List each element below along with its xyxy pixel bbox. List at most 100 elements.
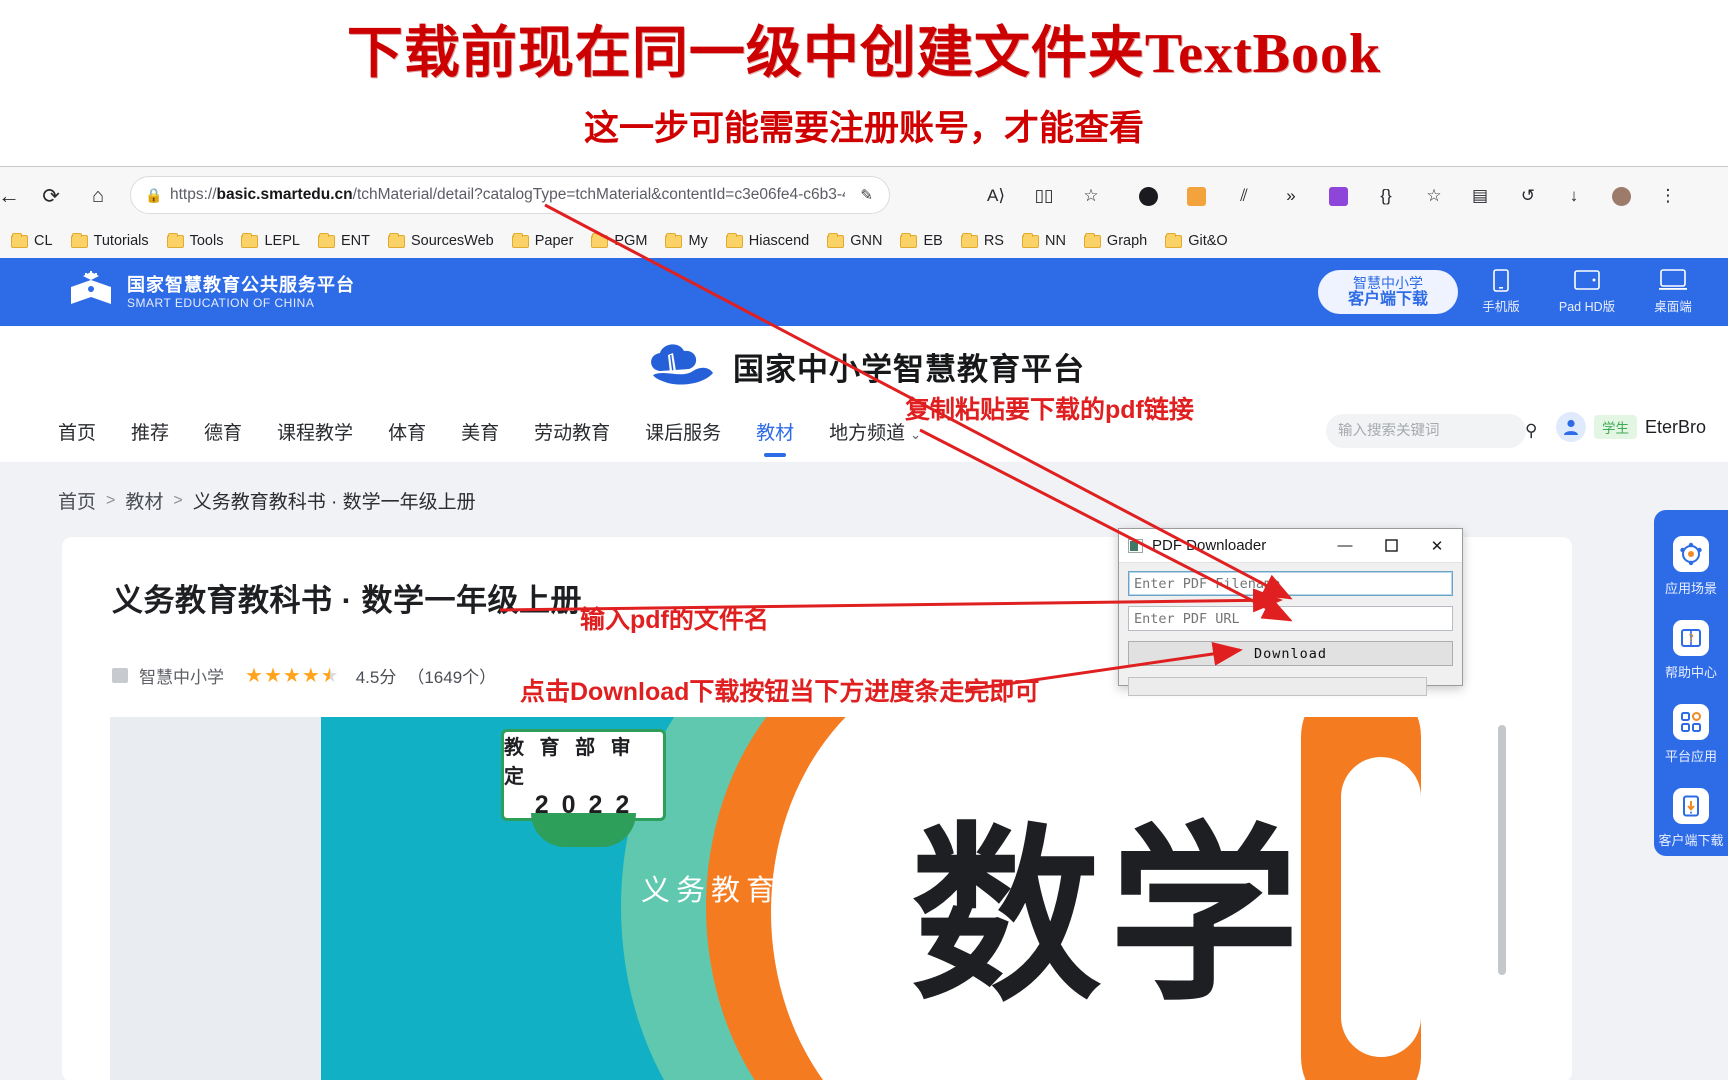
nav-item-labor-education[interactable]: 劳动教育 bbox=[534, 418, 610, 445]
device-desktop-link[interactable]: 桌面端 bbox=[1640, 268, 1706, 315]
bookmark-label: EB bbox=[923, 233, 943, 249]
breadcrumb-separator: > bbox=[106, 491, 116, 509]
bookmark-label: CL bbox=[34, 233, 53, 249]
bookmark-item[interactable]: Hiascend bbox=[717, 226, 818, 256]
favorite-star-icon[interactable]: ☆ bbox=[1075, 180, 1107, 212]
copilot-icon[interactable] bbox=[1132, 180, 1164, 212]
nav-item-recommend[interactable]: 推荐 bbox=[131, 418, 169, 445]
maximize-button[interactable] bbox=[1368, 529, 1414, 562]
cover-inner-bar bbox=[1341, 757, 1421, 1057]
rail-item-app-scenario[interactable]: 应用场景 bbox=[1654, 524, 1728, 608]
bookmark-item[interactable]: LEPL bbox=[232, 226, 308, 256]
reload-icon[interactable]: ⟳ bbox=[36, 181, 66, 211]
bookmark-item[interactable]: Git&O bbox=[1156, 226, 1236, 256]
grid-apps-icon bbox=[1673, 703, 1709, 740]
device-pad-link[interactable]: Pad HD版 bbox=[1554, 268, 1620, 315]
nav-item-course-teaching[interactable]: 课程教学 bbox=[277, 418, 353, 445]
breadcrumb: 首页 > 教材 > 义务教育教科书 · 数学一年级上册 bbox=[58, 487, 476, 514]
search-box[interactable]: ⚲ bbox=[1326, 414, 1537, 448]
client-download-button[interactable]: 智慧中小学 客户端下载 bbox=[1318, 270, 1458, 314]
star-half-icon: ★ bbox=[320, 665, 339, 687]
more-chevrons-icon[interactable]: » bbox=[1275, 180, 1307, 212]
address-bar[interactable]: 🔒 https://basic.smartedu.cn/tchMaterial/… bbox=[130, 176, 890, 214]
app-scenario-icon bbox=[1673, 535, 1709, 572]
pdf-filename-input[interactable] bbox=[1128, 571, 1453, 596]
bookmark-item[interactable]: PGM bbox=[582, 226, 656, 256]
rating-count: （1649个） bbox=[407, 668, 497, 687]
pen-icon[interactable]: ✎ bbox=[854, 186, 879, 204]
nav-item-after-school[interactable]: 课后服务 bbox=[645, 418, 721, 445]
page-title: 义务教育教科书 · 数学一年级上册 bbox=[112, 583, 583, 618]
rail-item-help-center[interactable]: ? 帮助中心 bbox=[1654, 608, 1728, 692]
rail-item-platform-apps[interactable]: 平台应用 bbox=[1654, 692, 1728, 776]
star-icon: ★ bbox=[282, 665, 301, 687]
cover-subtitle: 义务教育教科书 bbox=[641, 875, 887, 907]
read-aloud-icon[interactable]: A⟩ bbox=[980, 180, 1012, 212]
rating-stars: ★ ★ ★ ★ ★ bbox=[245, 663, 339, 688]
back-arrow-icon[interactable]: ← bbox=[0, 181, 24, 211]
profile-avatar-icon[interactable] bbox=[1605, 180, 1637, 212]
device-label: 桌面端 bbox=[1654, 300, 1692, 314]
user-name[interactable]: EterBro bbox=[1645, 417, 1706, 438]
annotation-copy-link: 复制粘贴要下载的pdf链接 bbox=[905, 396, 1194, 424]
site-brand[interactable]: 国家智慧教育公共服务平台 SMART EDUCATION OF CHINA bbox=[68, 271, 355, 314]
browser-essentials-icon[interactable]: ⫽ bbox=[1228, 180, 1260, 212]
bookmark-label: Tools bbox=[189, 233, 224, 249]
bookmark-item[interactable]: Tools bbox=[158, 226, 233, 256]
dev-icon[interactable]: {} bbox=[1370, 180, 1402, 212]
user-area[interactable]: 学生 EterBro bbox=[1555, 412, 1706, 442]
annotation-download: 点击Download下载按钮当下方进度条走完即可 bbox=[520, 678, 1040, 706]
history-icon[interactable]: ↺ bbox=[1512, 180, 1544, 212]
bookmark-item[interactable]: Paper bbox=[503, 226, 583, 256]
breadcrumb-item-home[interactable]: 首页 bbox=[58, 487, 96, 514]
star-icon: ★ bbox=[263, 665, 282, 687]
browser-chrome: ← ⟳ ⌂ 🔒 https://basic.smartedu.cn/tchMat… bbox=[0, 166, 1728, 258]
pdf-url-input[interactable] bbox=[1128, 606, 1453, 631]
annotation-banner: 下载前现在同一级中创建文件夹TextBook 这一步可能需要注册账号，才能查看 bbox=[0, 0, 1728, 166]
breadcrumb-item-textbooks[interactable]: 教材 bbox=[125, 487, 163, 514]
bookmark-label: ENT bbox=[340, 233, 370, 249]
browser-toolbar: ← ⟳ ⌂ 🔒 https://basic.smartedu.cn/tchMat… bbox=[0, 167, 1728, 223]
annotation-filename: 输入pdf的文件名 bbox=[580, 606, 769, 634]
nav-item-home[interactable]: 首页 bbox=[58, 418, 96, 445]
bookmark-item[interactable]: Graph bbox=[1075, 226, 1156, 256]
split-screen-icon[interactable]: ▯▯ bbox=[1028, 180, 1060, 212]
nav-item-moral-education[interactable]: 德育 bbox=[204, 418, 242, 445]
nav-item-textbooks[interactable]: 教材 bbox=[756, 418, 794, 445]
bookmark-item[interactable]: EB bbox=[891, 226, 951, 256]
settings-more-icon[interactable]: ⋮ bbox=[1652, 180, 1684, 212]
bookmark-label: SourcesWeb bbox=[410, 233, 494, 249]
bookmark-item[interactable]: My bbox=[656, 226, 716, 256]
folder-icon bbox=[1165, 232, 1183, 248]
bookmark-item[interactable]: GNN bbox=[818, 226, 891, 256]
rating-score: 4.5分 bbox=[355, 668, 397, 687]
bookmark-item[interactable]: RS bbox=[952, 226, 1013, 256]
search-icon[interactable]: ⚲ bbox=[1525, 421, 1537, 441]
nav-item-arts[interactable]: 美育 bbox=[461, 418, 499, 445]
device-phone-link[interactable]: 手机版 bbox=[1468, 268, 1534, 315]
home-icon[interactable]: ⌂ bbox=[83, 181, 113, 211]
tablet-icon bbox=[1574, 268, 1600, 292]
cover-scrollbar[interactable] bbox=[1498, 725, 1506, 975]
user-role-badge: 学生 bbox=[1593, 415, 1637, 439]
bookmark-item[interactable]: ENT bbox=[309, 226, 379, 256]
download-button[interactable]: Download bbox=[1128, 641, 1453, 666]
bookmark-label: Paper bbox=[534, 233, 574, 249]
minimize-button[interactable]: — bbox=[1322, 529, 1368, 562]
collections-icon[interactable] bbox=[1180, 180, 1212, 212]
close-button[interactable]: ✕ bbox=[1414, 529, 1460, 562]
rail-item-client-download[interactable]: 客户端下载 bbox=[1654, 776, 1728, 860]
bookmark-item[interactable]: Tutorials bbox=[62, 226, 158, 256]
add-favorite-icon[interactable]: ☆ bbox=[1418, 180, 1450, 212]
search-input[interactable] bbox=[1338, 423, 1525, 439]
dialog-titlebar[interactable]: PDF Downloader — ✕ bbox=[1119, 529, 1462, 563]
bookmark-item[interactable]: SourcesWeb bbox=[379, 226, 503, 256]
user-avatar-icon[interactable] bbox=[1555, 412, 1586, 442]
extension-icon[interactable] bbox=[1322, 180, 1354, 212]
bookmark-item[interactable]: NN bbox=[1013, 226, 1075, 256]
downloads-icon[interactable]: ↓ bbox=[1558, 180, 1590, 212]
tab-actions-icon[interactable]: ▤ bbox=[1464, 180, 1496, 212]
seal-line1: 教 育 部 审 定 bbox=[504, 736, 636, 788]
nav-item-sports[interactable]: 体育 bbox=[388, 418, 426, 445]
bookmark-item[interactable]: CL bbox=[2, 226, 62, 256]
